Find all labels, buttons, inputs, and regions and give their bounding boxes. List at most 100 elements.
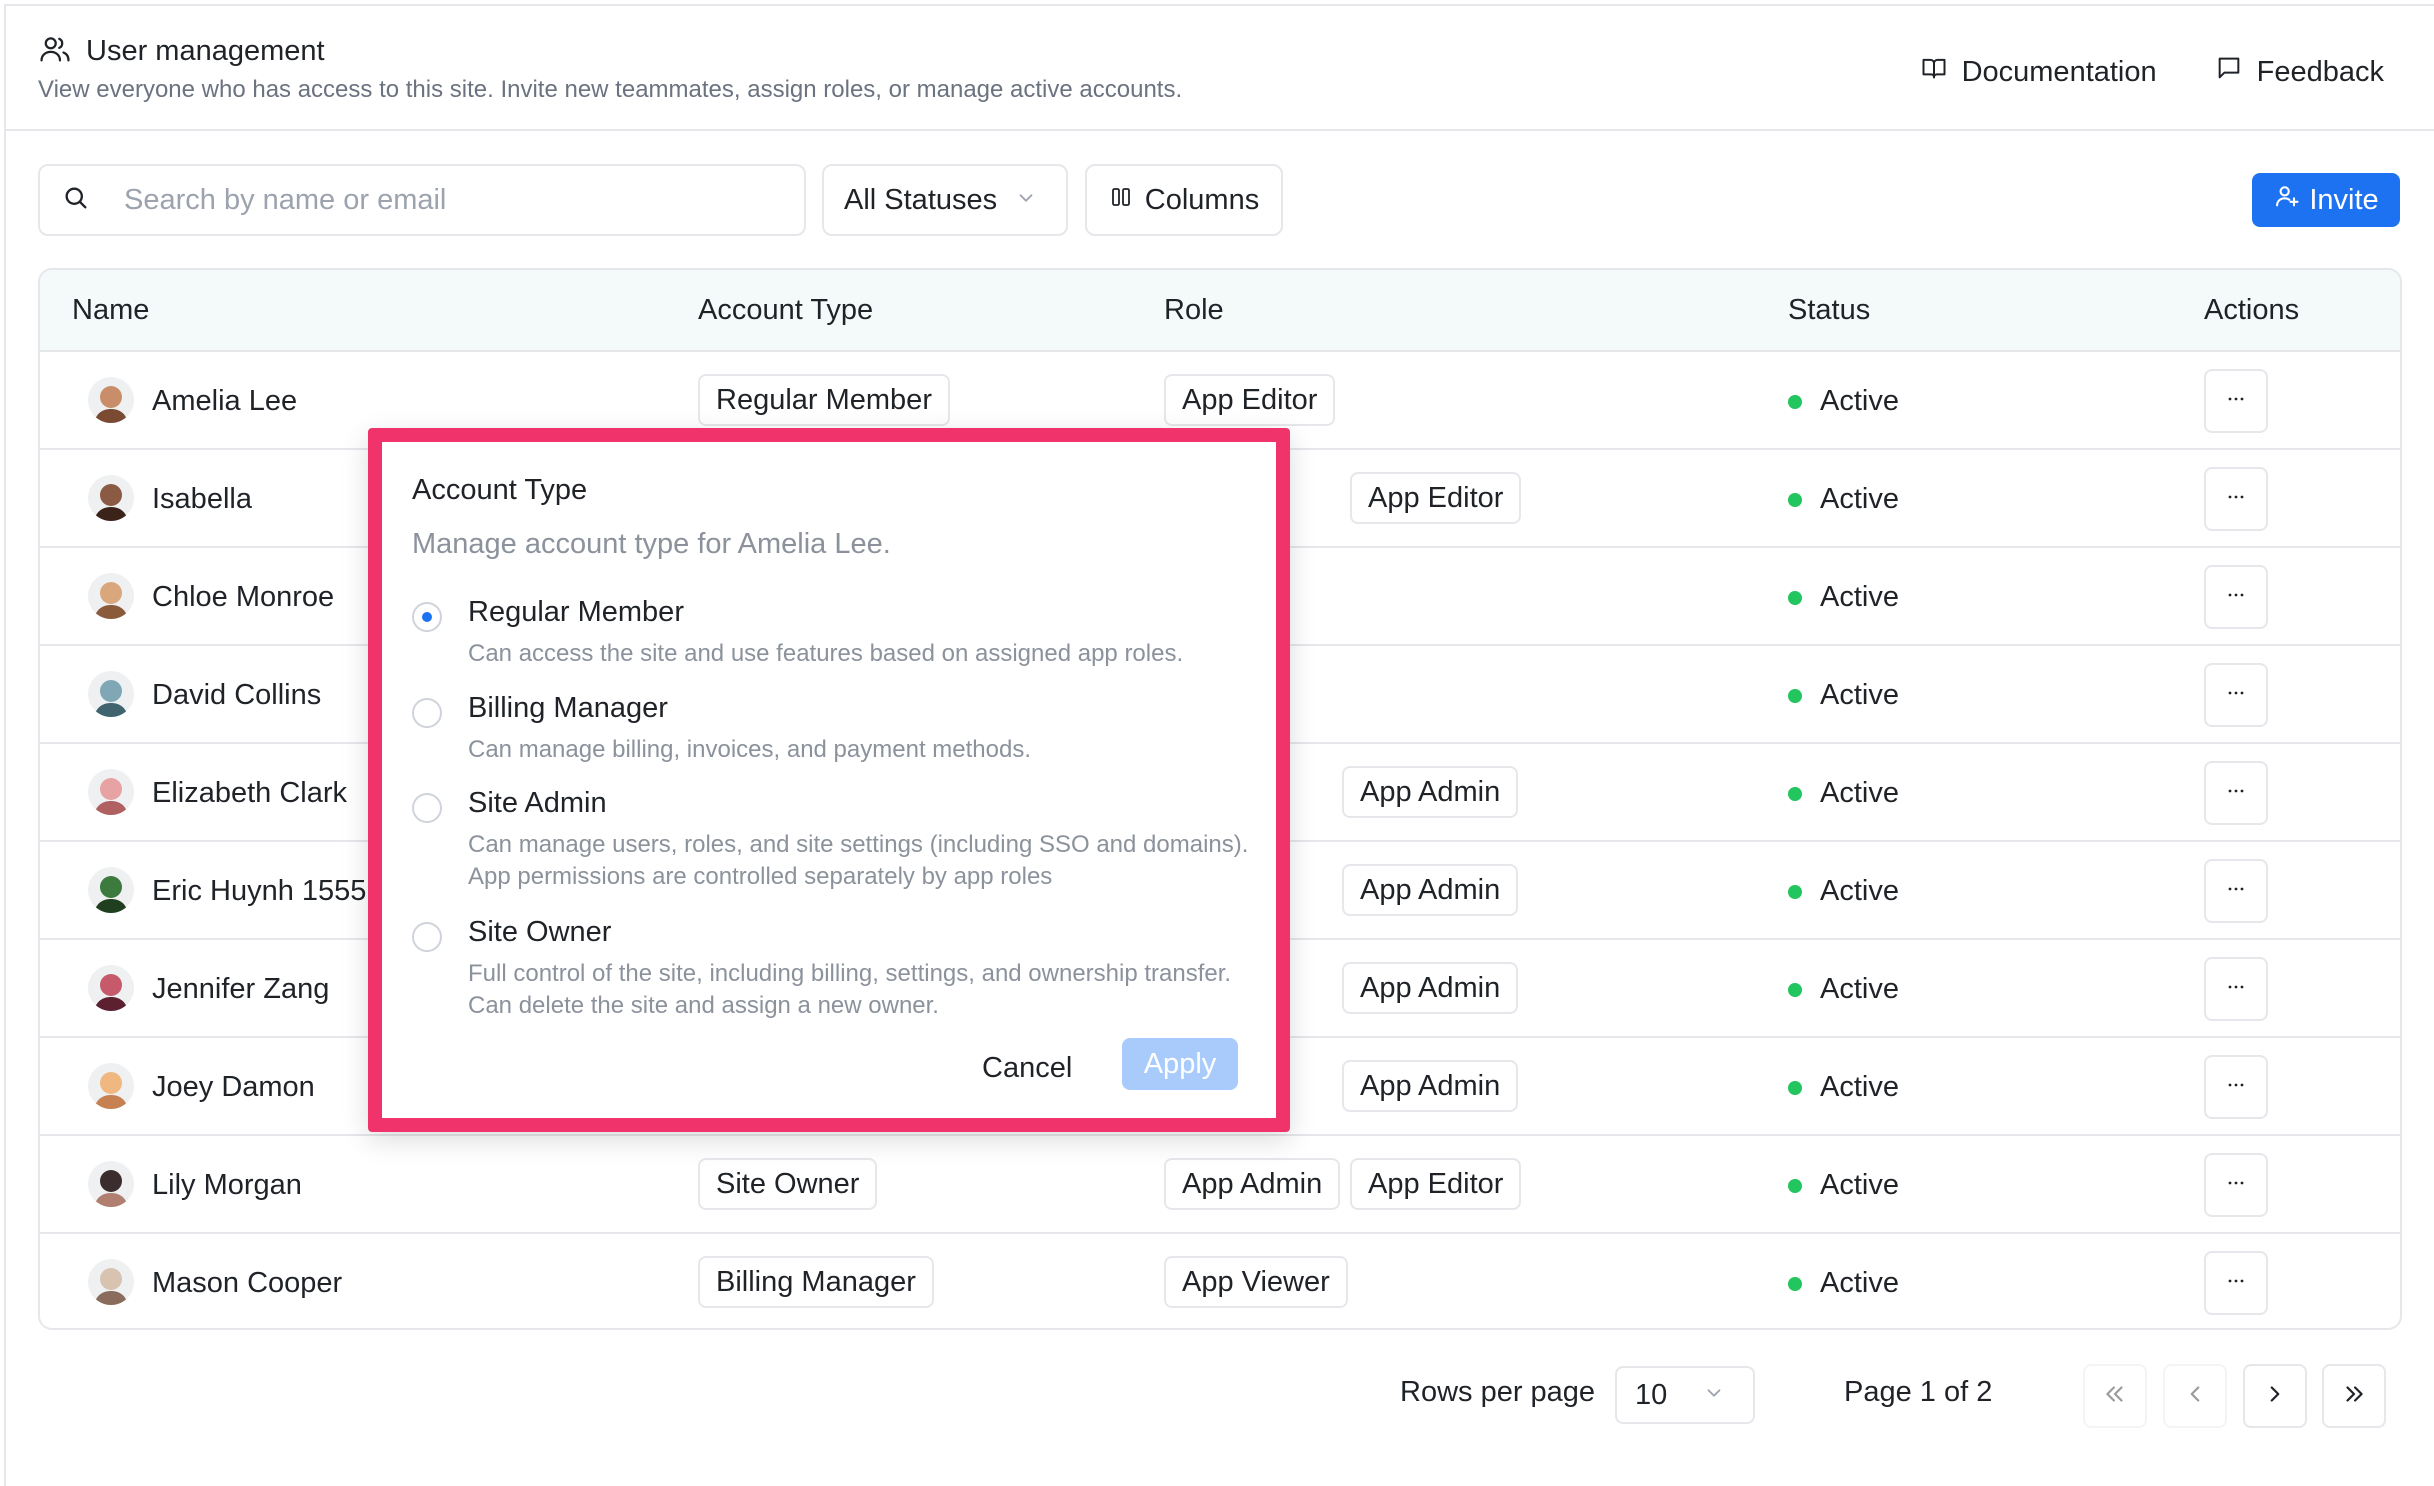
row-actions-button[interactable] [2204,957,2268,1021]
avatar [88,769,134,815]
chevron-down-icon [1015,184,1037,217]
user-name: Jennifer Zang [152,973,330,1005]
row-actions-button[interactable] [2204,369,2268,433]
radio-site-admin[interactable] [412,793,442,823]
row-actions-button[interactable] [2204,663,2268,727]
invite-label: Invite [2309,183,2379,216]
status-dot [1788,590,1802,605]
page-title: User management [86,35,325,67]
apply-button[interactable]: Apply [1122,1038,1238,1090]
search-input[interactable] [124,183,764,217]
option-description: Can access the site and use features bas… [468,640,1184,667]
status-dot [1788,884,1802,899]
row-actions-button[interactable] [2204,467,2268,531]
chevrons-right-icon [2341,1381,2367,1412]
status-indicator: Active [1788,1267,1899,1300]
status-text: Active [1820,1169,1899,1201]
more-horizontal-icon [2224,387,2248,416]
row-actions-button[interactable] [2204,1153,2268,1217]
more-horizontal-icon [2224,1073,2248,1102]
columns-button[interactable]: Columns [1085,164,1283,236]
role-badge[interactable]: App Viewer [1164,1256,1348,1308]
chevrons-left-icon [2102,1381,2128,1412]
option-label: Site Owner [468,916,612,948]
feedback-link[interactable]: Feedback [2215,54,2384,90]
column-header-name[interactable]: Name [72,294,149,327]
row-actions-button[interactable] [2204,565,2268,629]
radio-site-owner[interactable] [412,922,442,952]
avatar [88,475,134,521]
book-icon [1920,54,1948,90]
first-page-button[interactable] [2083,1364,2147,1428]
page-header: User management View everyone who has ac… [6,6,2434,131]
avatar [88,573,134,619]
more-horizontal-icon [2224,1269,2248,1298]
radio-regular-member[interactable] [412,602,442,632]
avatar [88,1063,134,1109]
status-dot [1788,786,1802,801]
account-type-popover: Account Type Manage account type for Ame… [368,428,1290,1132]
account-type-badge[interactable]: Billing Manager [698,1256,934,1308]
status-dot [1788,1276,1802,1291]
user-name: Elizabeth Clark [152,777,348,809]
status-text: Active [1820,1071,1899,1103]
pagination: Rows per page 10 Page 1 of 2 [0,1364,2434,1428]
role-badge[interactable]: App Admin [1342,766,1519,818]
column-header-role[interactable]: Role [1164,294,1224,327]
option-label: Site Admin [468,787,607,819]
avatar [88,377,134,423]
status-text: Active [1820,483,1899,515]
rows-per-page-select[interactable]: 10 [1615,1366,1755,1424]
column-header-account-type[interactable]: Account Type [698,294,873,327]
status-filter-select[interactable]: All Statuses [822,164,1068,236]
search-box[interactable] [38,164,806,236]
cancel-button[interactable]: Cancel [982,1052,1072,1085]
status-dot [1788,394,1802,409]
role-badge[interactable]: App Editor [1164,374,1336,426]
account-type-badge[interactable]: Site Owner [698,1158,878,1210]
documentation-label: Documentation [1961,55,2157,88]
columns-label: Columns [1144,183,1260,216]
status-text: Active [1820,973,1899,1005]
role-badge[interactable]: App Admin [1342,962,1519,1014]
column-header-status[interactable]: Status [1788,294,1870,327]
status-text: Active [1820,679,1899,711]
role-badge[interactable]: App Editor [1350,472,1522,524]
radio-billing-manager[interactable] [412,698,442,728]
user-name: Eric Huynh 1555 [152,875,367,907]
popover-description: Manage account type for Amelia Lee. [412,528,891,560]
last-page-button[interactable] [2322,1364,2386,1428]
invite-button[interactable]: Invite [2252,173,2400,227]
page-subtitle: View everyone who has access to this sit… [38,76,1183,103]
status-indicator: Active [1788,1071,1899,1104]
role-badge[interactable]: App Admin [1164,1158,1341,1210]
account-type-badge[interactable]: Regular Member [698,374,950,426]
row-actions-button[interactable] [2204,761,2268,825]
row-actions-button[interactable] [2204,859,2268,923]
status-indicator: Active [1788,483,1899,516]
user-name: Joey Damon [152,1071,315,1103]
option-description: Can manage users, roles, and site settin… [468,831,1249,890]
status-text: Active [1820,1267,1899,1299]
status-indicator: Active [1788,777,1899,810]
avatar [88,1259,134,1305]
role-badge[interactable]: App Admin [1342,864,1519,916]
header-links: Documentation Feedback [1920,54,2384,90]
user-plus-icon [2273,182,2301,218]
status-dot [1788,1178,1802,1193]
role-badge[interactable]: App Editor [1350,1158,1522,1210]
next-page-button[interactable] [2243,1364,2307,1428]
row-actions-button[interactable] [2204,1251,2268,1315]
status-dot [1788,1080,1802,1095]
more-horizontal-icon [2224,779,2248,808]
status-indicator: Active [1788,385,1899,418]
documentation-link[interactable]: Documentation [1920,54,2157,90]
feedback-label: Feedback [2256,55,2384,88]
role-badge[interactable]: App Admin [1342,1060,1519,1112]
option-label: Billing Manager [468,692,668,724]
more-horizontal-icon [2224,975,2248,1004]
previous-page-button[interactable] [2163,1364,2227,1428]
status-dot [1788,982,1802,997]
more-horizontal-icon [2224,681,2248,710]
row-actions-button[interactable] [2204,1055,2268,1119]
